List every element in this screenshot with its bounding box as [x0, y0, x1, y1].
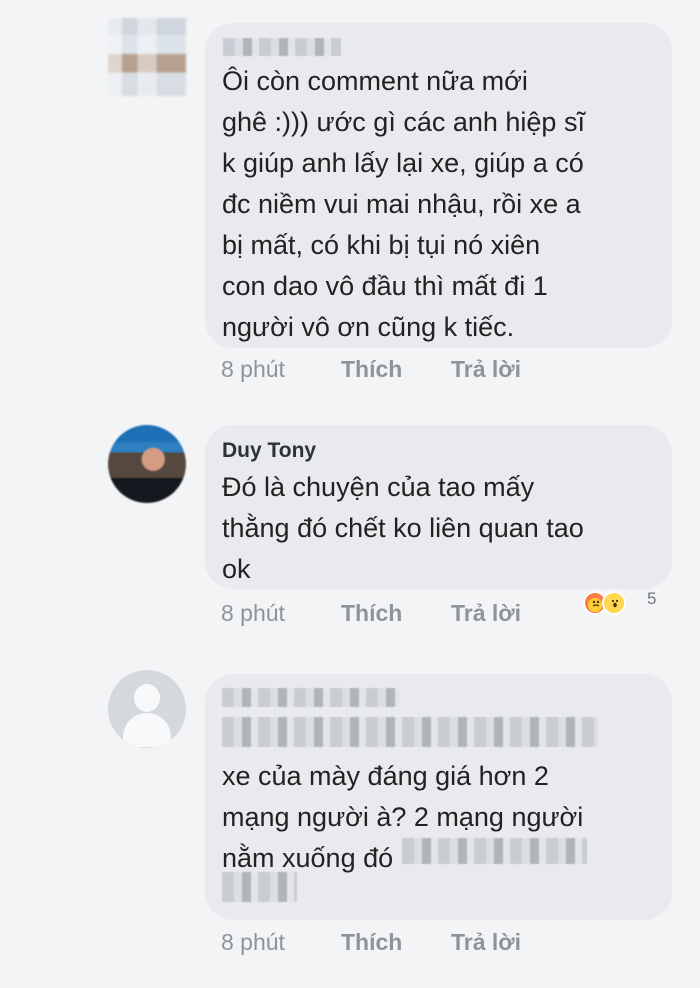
hidden-text-blur [402, 838, 587, 864]
avatar[interactable] [108, 18, 186, 96]
hidden-text-blur [222, 717, 598, 747]
like-button[interactable]: Thích [341, 929, 402, 956]
reply-button[interactable]: Trả lời [451, 600, 521, 627]
avatar[interactable] [108, 670, 186, 748]
comment-author[interactable]: Duy Tony [222, 439, 316, 463]
reaction-summary[interactable]: 5 [583, 589, 673, 619]
reply-button[interactable]: Trả lời [451, 356, 521, 383]
like-button[interactable]: Thích [341, 600, 402, 627]
reaction-count: 5 [647, 589, 657, 608]
hidden-text-blur [222, 872, 297, 902]
wow-reaction-icon [602, 591, 626, 615]
comment-text: Đó là chuyện của tao mấy thằng đó chết k… [222, 472, 584, 584]
default-profile-head [134, 684, 160, 712]
author-name-blur [222, 688, 400, 707]
comment-time: 8 phút [221, 356, 285, 382]
comment-bubble: xe của mày đáng giá hơn 2 mạng người à? … [205, 674, 672, 920]
like-button[interactable]: Thích [341, 356, 402, 383]
reply-button[interactable]: Trả lời [451, 929, 521, 956]
comment-time: 8 phút [221, 600, 285, 626]
default-profile-body [123, 713, 171, 747]
comment-text: Ôi còn comment nữa mới ghê :))) ước gì c… [222, 66, 585, 342]
comment-bubble: Duy Tony Đó là chuyện của tao mấy thằng … [205, 425, 672, 589]
comment-bubble: Ôi còn comment nữa mới ghê :))) ước gì c… [205, 23, 672, 348]
author-name-blur [223, 38, 341, 56]
avatar[interactable] [108, 425, 186, 503]
comment-time: 8 phút [221, 929, 285, 955]
